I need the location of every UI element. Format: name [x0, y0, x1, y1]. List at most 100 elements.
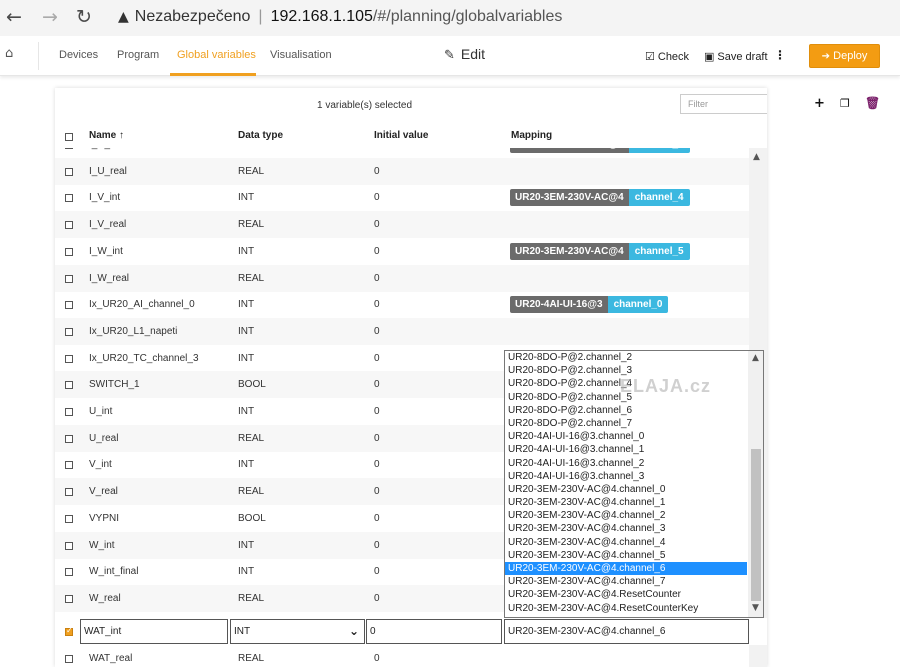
mapping-option[interactable]: UR20-3EM-230V-AC@4.channel_1	[505, 496, 747, 509]
cell-initial-value: 0	[374, 512, 380, 524]
app-header: ⌂ Devices Program Global variables Visua…	[0, 36, 900, 76]
cell-name: W_int_final	[89, 566, 139, 578]
row-checkbox[interactable]	[65, 541, 73, 550]
mapping-module-chip: UR20-3EM-230V-AC@4	[510, 242, 629, 260]
edit-mode-label: Edit	[460, 46, 486, 62]
cell-data-type: INT	[238, 459, 255, 471]
table-row[interactable]: WAT_real REAL 0	[55, 645, 749, 667]
row-checkbox[interactable]	[65, 568, 73, 577]
cell-initial-value: 0	[374, 653, 380, 664]
edit-mode-button[interactable]: ✎ Edit	[444, 46, 485, 63]
add-icon[interactable]: +	[814, 96, 825, 111]
cell-name: U_int	[89, 406, 113, 417]
mapping-option[interactable]: UR20-3EM-230V-AC@4.channel_6	[505, 562, 747, 576]
row-checkbox[interactable]	[65, 247, 73, 256]
row-checkbox[interactable]	[65, 461, 73, 470]
mapping-option[interactable]: UR20-3EM-230V-AC@4.channel_4	[505, 536, 747, 549]
scroll-up-arrow-icon[interactable]: ▲	[753, 152, 760, 162]
row-checkbox[interactable]	[65, 381, 73, 390]
table-row[interactable]: I_V_real REAL 0	[55, 211, 749, 239]
dropdown-scrollbar[interactable]: ▲ ▼	[748, 351, 763, 617]
name-input[interactable]: WAT_int	[80, 619, 228, 644]
cell-name: Ix_UR20_L1_napeti	[89, 325, 178, 337]
mapping-option[interactable]: UR20-3EM-230V-AC@4.channel_3	[505, 522, 747, 535]
mapping-channel-chip: channel_3	[628, 148, 690, 153]
column-header-mapping[interactable]: Mapping	[511, 130, 552, 141]
row-checkbox[interactable]	[65, 167, 73, 176]
data-type-select[interactable]: INT ⌄	[230, 619, 365, 644]
dropdown-scroll-thumb[interactable]	[751, 449, 761, 601]
cell-data-type: INT	[238, 539, 255, 551]
tab-program[interactable]: Program	[117, 49, 159, 61]
url-host: 192.168.1.105	[270, 8, 373, 25]
cell-initial-value: 0	[374, 592, 380, 604]
table-row[interactable]: I_W_int INT 0 UR20-3EM-230V-AC@4 channel_5	[55, 238, 749, 265]
back-arrow-icon[interactable]: ←	[6, 6, 22, 28]
table-row[interactable]: Ix_UR20_AI_channel_0 INT 0 UR20-4AI-UI-16@3…	[55, 291, 749, 318]
mapping-option[interactable]: UR20-3EM-230V-AC@4.channel_7	[505, 575, 747, 588]
mapping-option[interactable]: UR20-4AI-UI-16@3.channel_1	[505, 443, 747, 456]
table-row[interactable]: I_U_real REAL 0	[55, 157, 749, 185]
mapping-option[interactable]: UR20-4AI-UI-16@3.channel_3	[505, 470, 747, 483]
select-all-checkbox[interactable]	[65, 133, 73, 141]
tab-devices[interactable]: Devices	[59, 49, 98, 61]
row-checkbox[interactable]	[65, 327, 73, 336]
home-icon[interactable]: ⌂	[5, 46, 19, 61]
trash-icon[interactable]: 🗑	[865, 96, 880, 110]
table-row[interactable]: I_W_real REAL 0	[55, 264, 749, 292]
row-checkbox[interactable]	[65, 274, 73, 283]
mapping-option[interactable]: UR20-3EM-230V-AC@4.channel_0	[505, 483, 747, 496]
mapping-option[interactable]: UR20-8DO-P@2.channel_2	[505, 351, 747, 364]
save-draft-button[interactable]: ▣ Save draft	[704, 50, 768, 63]
tab-global-variables[interactable]: Global variables	[177, 49, 256, 61]
table-row[interactable]: I_V_int INT 0 UR20-3EM-230V-AC@4 channel_4	[55, 184, 749, 211]
address-bar[interactable]: ▲ Nezabezpečeno | 192.168.1.105/#/planning/…	[118, 8, 562, 26]
app-window: ← → ↻ ▲ Nezabezpečeno | 192.168.1.105/#/pla…	[0, 0, 900, 667]
row-checkbox[interactable]	[65, 148, 73, 149]
reload-icon[interactable]: ↻	[76, 6, 92, 28]
mapping-option[interactable]: UR20-3EM-230V-AC@4.ResetCounterKey	[505, 602, 747, 615]
deploy-button[interactable]: ➔ Deploy	[809, 44, 880, 68]
row-checkbox[interactable]	[65, 354, 73, 363]
check-button[interactable]: ☑ Check	[645, 50, 689, 63]
scroll-down-arrow-icon[interactable]: ▼	[752, 603, 759, 613]
row-checkbox[interactable]	[65, 194, 73, 203]
row-checkbox[interactable]	[65, 301, 73, 310]
mapping-option[interactable]: UR20-3EM-230V-AC@4.channel_5	[505, 549, 747, 562]
row-checkbox[interactable]	[65, 626, 73, 636]
row-checkbox[interactable]	[65, 594, 73, 603]
mapping-option[interactable]: UR20-8DO-P@2.channel_7	[505, 417, 747, 430]
more-options-icon[interactable]: ⋮	[774, 48, 786, 62]
mapping-select[interactable]: UR20-3EM-230V-AC@4.channel_6	[504, 619, 749, 644]
filter-input[interactable]: Filter	[680, 94, 767, 114]
mapping-option[interactable]: UR20-8DO-P@2.channel_6	[505, 404, 747, 417]
scroll-up-arrow-icon[interactable]: ▲	[752, 353, 759, 363]
header-divider	[38, 42, 39, 70]
row-checkbox[interactable]	[65, 434, 73, 443]
cell-initial-value: 0	[374, 432, 380, 444]
row-checkbox[interactable]	[65, 488, 73, 497]
table-row[interactable]: Ix_UR20_L1_napeti INT 0	[55, 317, 749, 345]
mapping-chip: UR20-3EM-230V-AC@4channel_3	[510, 148, 690, 153]
mapping-option[interactable]: UR20-4AI-UI-16@3.channel_0	[505, 430, 747, 443]
mapping-option[interactable]: UR20-3EM-230V-AC@4.channel_2	[505, 509, 747, 522]
forward-arrow-icon[interactable]: →	[42, 6, 58, 28]
mapping-chip: UR20-4AI-UI-16@3 channel_0	[510, 296, 669, 314]
table-row[interactable]: I_U_int INT 0 UR20-3EM-230V-AC@4channel_3	[55, 148, 749, 158]
row-checkbox[interactable]	[65, 655, 73, 663]
column-header-initial-value[interactable]: Initial value	[374, 130, 428, 141]
cell-data-type: INT	[238, 352, 255, 364]
tab-visualisation[interactable]: Visualisation	[270, 49, 332, 61]
row-checkbox[interactable]	[65, 221, 73, 230]
column-header-name[interactable]: Name ↑	[89, 130, 124, 141]
initial-value-input[interactable]: 0	[366, 619, 502, 644]
copy-icon[interactable]: ❐	[840, 97, 850, 110]
cell-data-type: INT	[238, 192, 255, 204]
mapping-option[interactable]: UR20-4AI-UI-16@3.channel_2	[505, 457, 747, 470]
cell-data-type: REAL	[238, 486, 265, 498]
column-header-data-type[interactable]: Data type	[238, 130, 283, 141]
cell-name: VYPNI	[89, 512, 120, 524]
row-checkbox[interactable]	[65, 408, 73, 416]
mapping-option[interactable]: UR20-3EM-230V-AC@4.ResetCounter	[505, 588, 747, 601]
row-checkbox[interactable]	[65, 514, 73, 523]
